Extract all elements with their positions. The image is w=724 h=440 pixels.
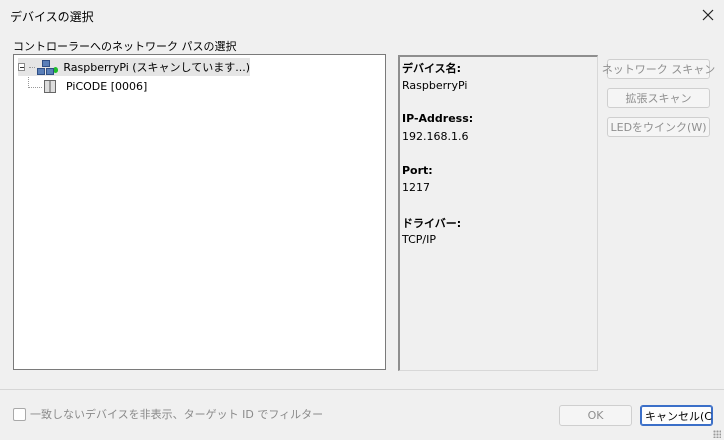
port-label: Port:	[402, 164, 433, 177]
network-scan-button[interactable]: ネットワーク スキャン	[602, 59, 715, 79]
filter-checkbox[interactable]	[13, 408, 26, 421]
ok-button[interactable]: OK	[559, 405, 632, 426]
driver-value: TCP/IP	[402, 233, 436, 246]
port-value: 1217	[402, 181, 430, 194]
tree-item-label: RaspberryPi (スキャンしています...)	[63, 61, 251, 74]
ip-address-value: 192.168.1.6	[402, 130, 469, 143]
resize-grip-icon[interactable]	[713, 430, 721, 438]
tree-label: コントローラーへのネットワーク パスの選択	[13, 40, 237, 53]
extended-scan-button[interactable]: 拡張スキャン	[607, 88, 710, 108]
device-name-label: デバイス名:	[402, 62, 462, 75]
tree-item-label: PiCODE [0006]	[66, 79, 148, 93]
close-icon	[702, 9, 714, 21]
network-icon	[36, 60, 54, 75]
filter-label: 一致しないデバイスを非表示、ターゲット ID でフィルター	[30, 408, 324, 421]
tree-item-picode[interactable]: PiCODE [0006]	[44, 77, 147, 95]
divider	[0, 389, 724, 390]
device-name-value: RaspberryPi	[402, 79, 468, 92]
cancel-button[interactable]: キャンセル(C	[640, 405, 713, 426]
window-title: デバイスの選択	[10, 10, 94, 24]
plc-device-icon	[44, 79, 56, 93]
tree-connector	[28, 87, 42, 88]
close-button[interactable]	[696, 4, 720, 26]
tree-connector	[29, 66, 35, 68]
device-info-panel: デバイス名: RaspberryPi IP-Address: 192.168.1…	[398, 55, 598, 371]
status-dot-icon	[53, 67, 59, 73]
ip-address-label: IP-Address:	[402, 112, 474, 125]
collapse-icon[interactable]	[18, 63, 26, 71]
tree-item-raspberrypi[interactable]: RaspberryPi (スキャンしています...)	[18, 58, 250, 76]
driver-label: ドライバー:	[402, 217, 462, 230]
title-bar: デバイスの選択	[0, 0, 724, 30]
blink-led-button[interactable]: LEDをウインク(W)	[607, 117, 710, 137]
device-tree[interactable]: RaspberryPi (スキャンしています...) PiCODE [0006]	[13, 54, 386, 370]
